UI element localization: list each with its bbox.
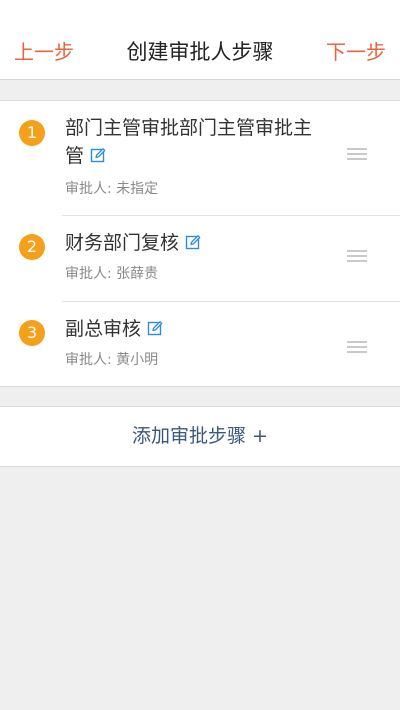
navbar: 上一步 创建审批人步骤 下一步 bbox=[0, 0, 400, 80]
step-title-text: 副总审核 bbox=[65, 318, 142, 340]
add-step-label: 添加审批步骤 bbox=[132, 425, 247, 447]
step-item-3[interactable]: 3 副总审核 审批人: 黄小明 bbox=[0, 301, 400, 386]
step-number-badge: 2 bbox=[19, 234, 45, 260]
drag-handle-icon[interactable] bbox=[347, 341, 367, 353]
edit-icon[interactable] bbox=[90, 147, 106, 163]
step-number-badge: 3 bbox=[19, 320, 45, 346]
drag-handle-icon[interactable] bbox=[347, 250, 367, 262]
plus-icon: + bbox=[252, 425, 268, 447]
drag-handle-icon[interactable] bbox=[347, 148, 367, 160]
step-number-badge: 1 bbox=[19, 120, 45, 146]
step-approver: 审批人: 张薛贵 bbox=[65, 266, 159, 282]
step-item-1[interactable]: 1 部门主管审批部门主管审批主管 审批人: 未指定 bbox=[0, 101, 400, 215]
edit-icon[interactable] bbox=[185, 234, 201, 250]
next-button[interactable]: 下一步 bbox=[326, 38, 386, 66]
add-step-button[interactable]: 添加审批步骤 + bbox=[0, 406, 400, 467]
step-title: 副总审核 bbox=[65, 315, 330, 343]
step-title: 财务部门复核 bbox=[65, 229, 330, 257]
step-approver: 审批人: 黄小明 bbox=[65, 352, 159, 368]
step-approver: 审批人: 未指定 bbox=[65, 181, 159, 197]
step-title-text: 财务部门复核 bbox=[65, 232, 180, 254]
approval-step-list: 1 部门主管审批部门主管审批主管 审批人: 未指定 2 财务部门复核 审批人: … bbox=[0, 100, 400, 387]
step-title: 部门主管审批部门主管审批主管 bbox=[65, 114, 330, 170]
step-item-2[interactable]: 2 财务部门复核 审批人: 张薛贵 bbox=[0, 215, 400, 301]
edit-icon[interactable] bbox=[147, 320, 163, 336]
